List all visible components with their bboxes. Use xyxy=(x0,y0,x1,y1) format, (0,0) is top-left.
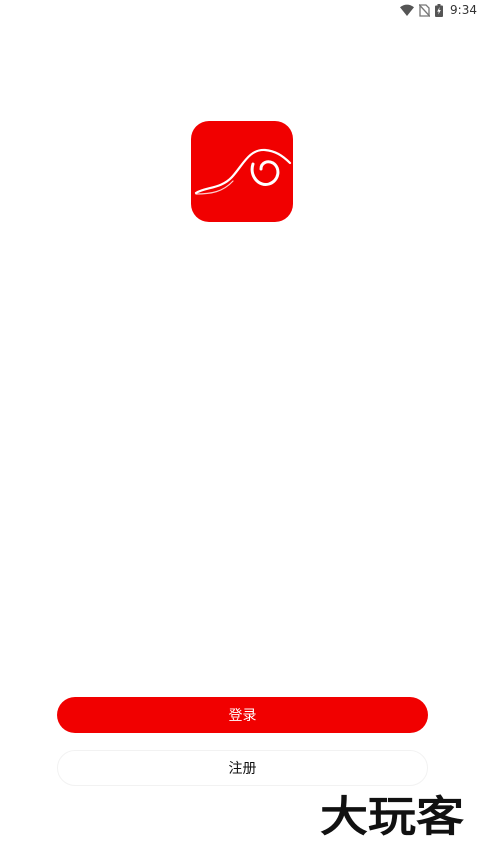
register-button[interactable]: 注册 xyxy=(57,750,428,786)
login-button[interactable]: 登录 xyxy=(57,697,428,733)
status-bar: 9:34 xyxy=(0,0,484,20)
watermark-text: 大玩客 xyxy=(320,792,464,840)
app-logo-icon xyxy=(191,121,293,222)
wifi-icon xyxy=(400,4,415,16)
no-sim-icon xyxy=(419,3,431,17)
battery-charging-icon xyxy=(435,3,444,17)
watermark-logo: 大玩客 xyxy=(316,790,468,840)
login-button-label: 登录 xyxy=(228,708,257,724)
status-time: 9:34 xyxy=(450,3,477,17)
status-icons: 9:34 xyxy=(400,2,477,18)
register-button-label: 注册 xyxy=(228,761,257,777)
